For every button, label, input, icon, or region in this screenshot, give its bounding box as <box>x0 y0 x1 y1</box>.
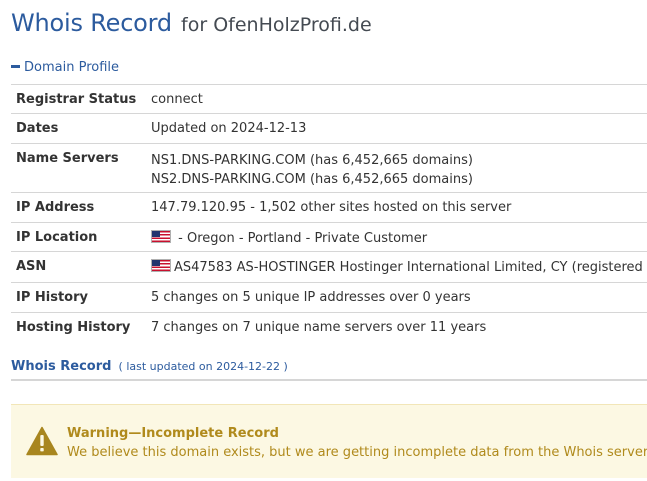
page-title: Whois Record for OfenHolzProfi.de <box>11 9 372 37</box>
row-label: IP Location <box>16 230 98 245</box>
divider <box>11 379 647 381</box>
collapse-minus-icon[interactable] <box>11 65 20 68</box>
row-label: ASN <box>16 259 47 274</box>
row-label: Registrar Status <box>16 92 137 107</box>
row-label: IP Address <box>16 200 95 215</box>
name-server-1: NS1.DNS-PARKING.COM (has 6,452,665 domai… <box>151 153 473 168</box>
warning-triangle-icon <box>26 426 58 456</box>
whois-record-title: Whois Record <box>11 359 112 374</box>
domain-profile-toggle[interactable]: Domain Profile <box>11 60 119 75</box>
whois-record-heading: Whois Record ( last updated on 2024-12-2… <box>11 355 288 374</box>
row-value: Updated on 2024-12-13 <box>151 121 307 136</box>
row-value: NS1.DNS-PARKING.COM (has 6,452,665 domai… <box>151 151 473 189</box>
table-row-ip-address: IP Address 147.79.120.95 - 1,502 other s… <box>11 193 647 223</box>
table-row-ip-location: IP Location - Oregon - Portland - Privat… <box>11 223 647 252</box>
table-row-dates: Dates Updated on 2024-12-13 <box>11 114 647 144</box>
row-value: - Oregon - Portland - Private Customer <box>151 230 427 246</box>
table-row-registrar-status: Registrar Status connect <box>11 85 647 114</box>
domain-profile-label: Domain Profile <box>24 60 119 75</box>
us-flag-icon <box>151 259 171 272</box>
page-title-domain: for OfenHolzProfi.de <box>181 14 372 36</box>
row-value: 5 changes on 5 unique IP addresses over … <box>151 290 471 305</box>
row-value: 7 changes on 7 unique name servers over … <box>151 320 487 335</box>
table-row-hosting-history: Hosting History 7 changes on 7 unique na… <box>11 313 647 342</box>
row-label: Hosting History <box>16 320 131 335</box>
warning-message: We believe this domain exists, but we ar… <box>67 445 647 460</box>
row-value: AS47583 AS-HOSTINGER Hostinger Internati… <box>151 259 643 275</box>
row-label: Dates <box>16 121 59 136</box>
page-title-main: Whois Record <box>11 9 172 37</box>
domain-profile-table: Registrar Status connect Dates Updated o… <box>11 84 647 342</box>
name-server-2: NS2.DNS-PARKING.COM (has 6,452,665 domai… <box>151 172 473 187</box>
table-row-ip-history: IP History 5 changes on 5 unique IP addr… <box>11 283 647 313</box>
table-row-asn: ASN AS47583 AS-HOSTINGER Hostinger Inter… <box>11 252 647 283</box>
whois-last-updated: ( last updated on 2024-12-22 ) <box>118 360 288 373</box>
ip-location-text: - Oregon - Portland - Private Customer <box>174 231 428 246</box>
us-flag-icon <box>151 230 171 243</box>
row-value: 147.79.120.95 - 1,502 other sites hosted… <box>151 200 512 215</box>
table-row-name-servers: Name Servers NS1.DNS-PARKING.COM (has 6,… <box>11 144 647 193</box>
warning-alert: Warning—Incomplete Record We believe thi… <box>11 404 647 478</box>
warning-title: Warning—Incomplete Record <box>67 426 279 441</box>
asn-text: AS47583 AS-HOSTINGER Hostinger Internati… <box>174 260 643 275</box>
row-label: Name Servers <box>16 151 119 166</box>
row-value: connect <box>151 92 203 107</box>
row-label: IP History <box>16 290 88 305</box>
